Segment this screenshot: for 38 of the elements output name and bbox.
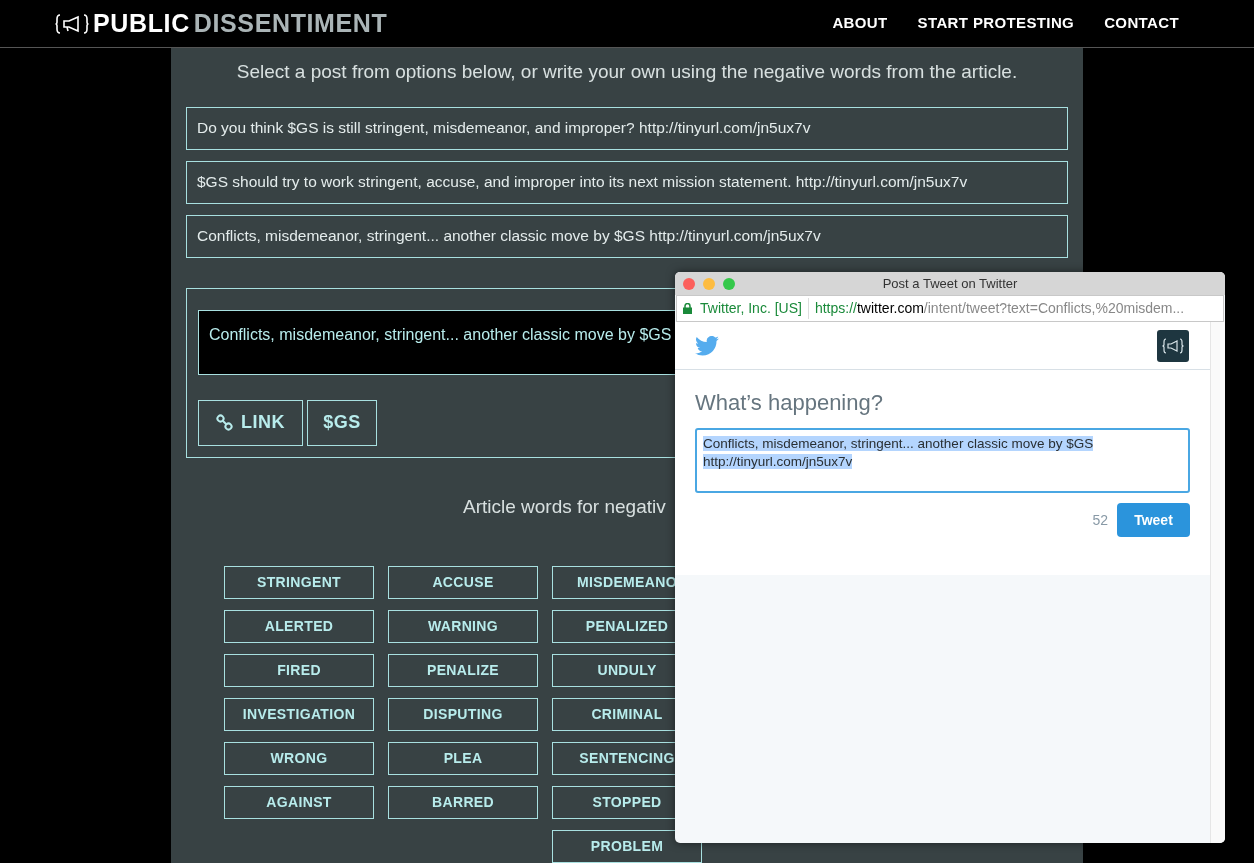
word-button[interactable]: FIRED <box>224 654 374 687</box>
ticker-button[interactable]: $GS <box>307 399 377 446</box>
certificate-label: Twitter, Inc. [US] <box>700 298 809 319</box>
logo-text[interactable]: PUBLIC <box>93 4 190 43</box>
post-option[interactable]: $GS should try to work stringent, accuse, and improper into its next mission statement. http://tinyurl.com/jn5ux7v <box>186 160 1068 204</box>
word-button[interactable]: STRINGENT <box>224 566 374 599</box>
nav-link[interactable]: START PROTESTING <box>917 12 1075 35</box>
zoom-window-button[interactable] <box>723 277 735 290</box>
link-button[interactable]: LINK <box>198 399 303 446</box>
section-heading: Article words for negativ <box>463 494 666 519</box>
logo-text[interactable]: DISSENTIMENT <box>193 4 388 43</box>
window-title: Post a Tweet on Twitter <box>882 274 1018 293</box>
lock-icon <box>683 303 692 314</box>
word-button[interactable]: AGAINST <box>224 786 374 819</box>
nav-link[interactable]: CONTACT <box>1104 12 1179 35</box>
word-button[interactable]: BARRED <box>388 786 538 819</box>
word-button[interactable]: INVESTIGATION <box>224 698 374 731</box>
compose-heading: What’s happening? <box>695 389 884 417</box>
minimize-window-button[interactable] <box>703 277 715 290</box>
word-button[interactable]: WRONG <box>224 742 374 775</box>
megaphone-logo-icon <box>55 12 89 35</box>
instruction-text: Select a post from options below, or write your own using the negative words from the article. <box>236 60 1018 84</box>
word-button[interactable]: ALERTED <box>224 610 374 643</box>
character-counter: 52 <box>1092 510 1108 530</box>
bird-icon <box>695 335 719 356</box>
post-option[interactable]: Conflicts, misdemeanor, stringent... another classic move by $GS http://tinyurl.com/jn5ux7v <box>186 214 1068 258</box>
word-button[interactable]: WARNING <box>388 610 538 643</box>
close-window-button[interactable] <box>683 277 695 290</box>
nav-link[interactable]: ABOUT <box>832 12 888 35</box>
post-option[interactable]: Do you think $GS is still stringent, misdemeanor, and improper? http://tinyurl.com/jn5ux7v <box>186 106 1068 150</box>
word-button[interactable]: PENALIZE <box>388 654 538 687</box>
link-icon <box>216 414 234 431</box>
word-button[interactable]: PLEA <box>388 742 538 775</box>
tweet-field[interactable]: Conflicts, misdemeanor, stringent... another classic move by $GS http://tinyurl.com/jn5ux7v <box>695 428 1190 493</box>
avatar-icon <box>1157 329 1189 362</box>
address-bar[interactable]: Twitter, Inc. [US] https://twitter.com/intent/tweet?text=Conflicts,%20misdem... <box>676 295 1224 322</box>
word-button[interactable]: DISPUTING <box>388 698 538 731</box>
word-button[interactable]: ACCUSE <box>388 566 538 599</box>
